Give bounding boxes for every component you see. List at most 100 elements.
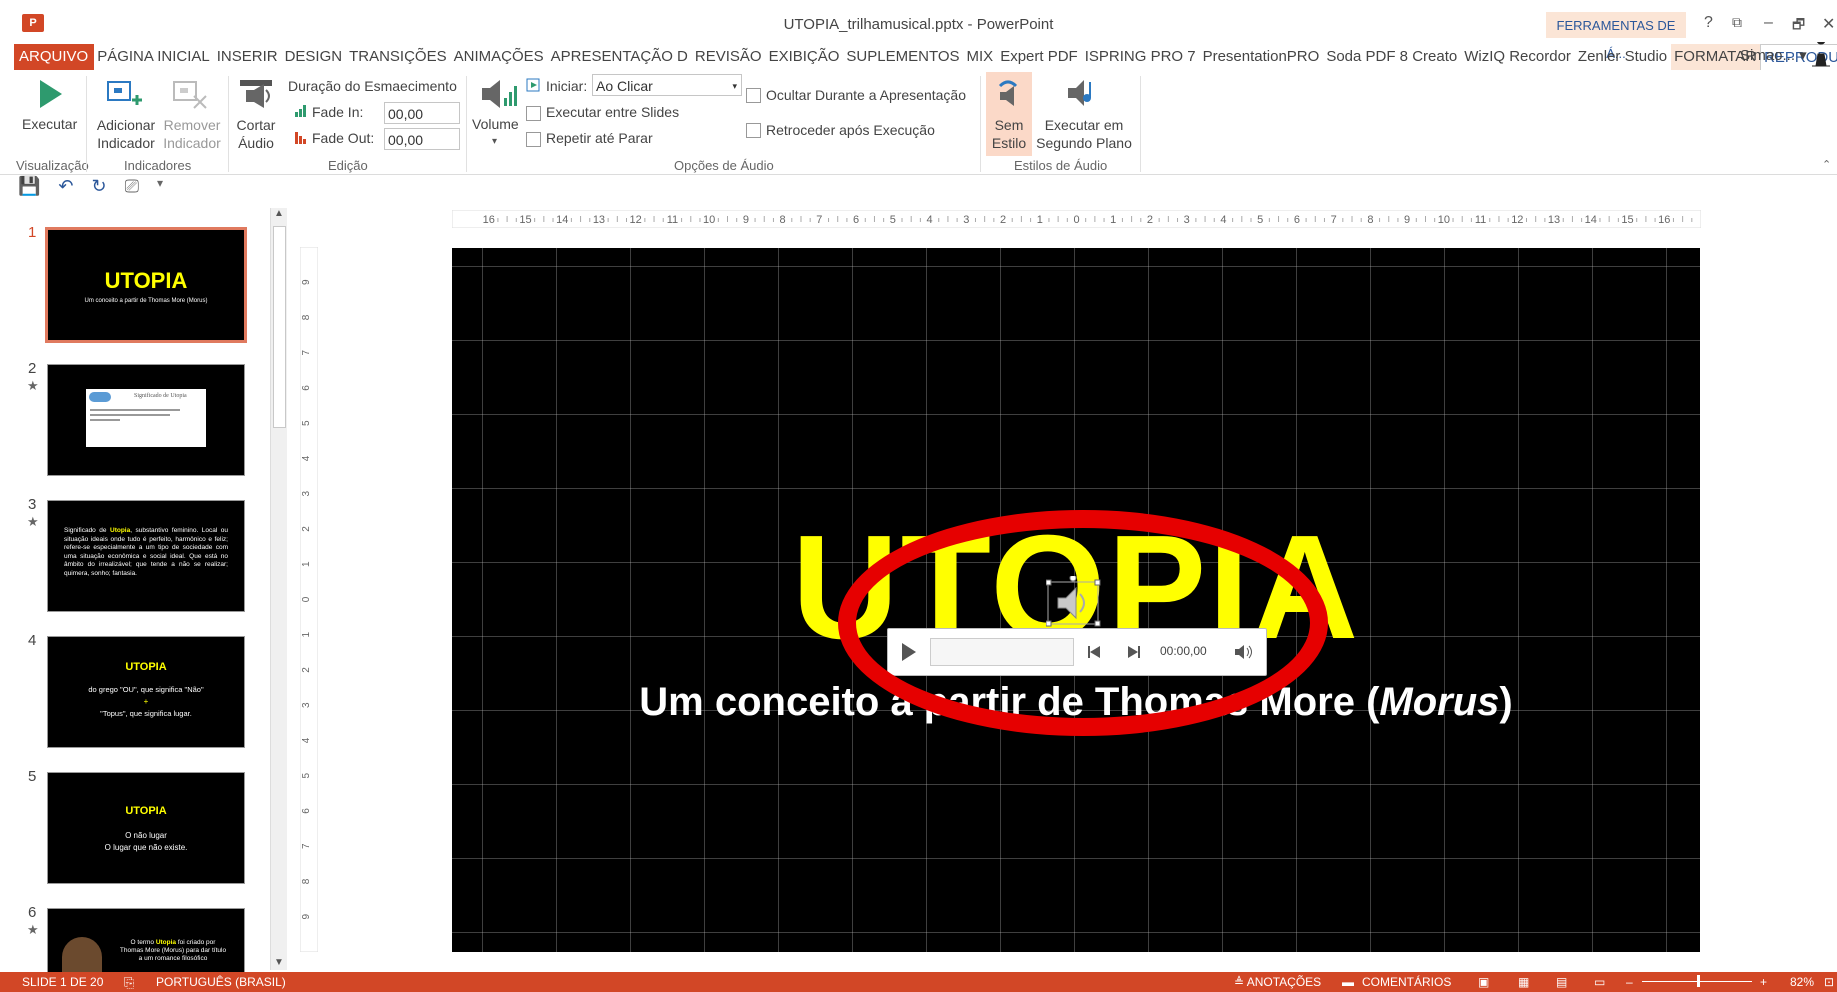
loop-checkbox[interactable] (526, 132, 541, 147)
start-label: Iniciar: (546, 78, 588, 94)
status-bar: SLIDE 1 DE 20 ⎘ PORTUGUÊS (BRASIL) ≜ ANO… (0, 972, 1837, 992)
fade-in-input[interactable]: 00,00 (384, 102, 460, 124)
tab-suplementos[interactable]: SUPLEMENTOS (843, 44, 963, 70)
play-across-slides-checkbox[interactable] (526, 106, 541, 121)
thumbnails-scrollbar[interactable]: ▲ ▼ (270, 208, 287, 970)
tab-zenler[interactable]: Zenler Studio (1575, 44, 1671, 70)
tab-arquivo[interactable]: ARQUIVO (14, 44, 95, 70)
fade-in-label: Fade In: (312, 104, 364, 120)
ruler-tick-label: 2 (301, 526, 312, 532)
tab-expert-pdf[interactable]: Expert PDF (997, 44, 1082, 70)
zoom-in-button[interactable]: + (1760, 975, 1767, 989)
fade-in-value: 00,00 (388, 106, 424, 122)
ruler-tick-label: 7 (816, 214, 822, 226)
remove-bookmark-button[interactable]: Remover Indicador (160, 116, 224, 152)
fade-in-icon (295, 105, 306, 117)
tab-soda-pdf[interactable]: Soda PDF 8 Creato (1323, 44, 1461, 70)
volume-dropdown-icon[interactable]: ▾ (492, 136, 497, 147)
comments-button[interactable]: COMENTÁRIOS (1362, 975, 1451, 989)
customize-qat-icon[interactable]: ▾ (157, 176, 163, 198)
scroll-up-icon[interactable]: ▲ (274, 208, 284, 219)
ruler-tick-label: 8 (780, 214, 786, 226)
scrollbar-thumb[interactable] (273, 226, 286, 428)
ruler-tick-label: 15 (519, 214, 531, 226)
minimize-button[interactable]: – (1764, 14, 1773, 32)
rewind-after-playing-label: Retroceder após Execução (766, 122, 935, 138)
collapse-ribbon-icon[interactable]: ⌃ (1822, 158, 1831, 171)
fade-out-input[interactable]: 00,00 (384, 128, 460, 150)
zoom-slider[interactable] (1642, 975, 1752, 987)
close-button[interactable]: ✕ (1822, 14, 1835, 34)
redo-icon[interactable]: ↻ (92, 176, 107, 198)
animation-star-icon: ★ (27, 378, 39, 393)
audio-tools-context-label: FERRAMENTAS DE Á... (1546, 12, 1686, 61)
tab-wiziq[interactable]: WizIQ Recordor (1461, 44, 1575, 70)
notes-button[interactable]: ≜ ANOTAÇÕES (1234, 975, 1321, 989)
group-separator (466, 76, 467, 172)
red-annotation-ellipse (838, 510, 1328, 736)
slide-thumbnail-3[interactable]: Significado de Utopia, substantivo femin… (47, 500, 245, 612)
zoom-slider-thumb[interactable] (1697, 975, 1700, 987)
ruler-tick-label: 3 (1184, 214, 1190, 226)
user-avatar-icon (1812, 42, 1830, 67)
add-bookmark-button[interactable]: Adicionar Indicador (94, 116, 158, 152)
slide-thumbnail-2[interactable]: Significado de Utopia (47, 364, 245, 476)
tab-animacoes[interactable]: ANIMAÇÕES (451, 44, 548, 70)
tab-pagina-inicial[interactable]: PÁGINA INICIAL (94, 44, 214, 70)
ruler-tick-label: 13 (1548, 214, 1560, 226)
group-separator (228, 76, 229, 172)
rewind-after-playing-checkbox[interactable] (746, 123, 761, 138)
normal-view-icon[interactable]: ▣ (1478, 975, 1489, 989)
slideshow-icon[interactable]: ▭ (1594, 975, 1605, 989)
tab-presentationpro[interactable]: PresentationPRO (1200, 44, 1324, 70)
play-button[interactable]: Executar (22, 116, 77, 132)
ruler-tick-label: 3 (301, 491, 312, 497)
play-in-background-button[interactable]: Executar em Segundo Plano (1034, 116, 1134, 152)
tab-mix[interactable]: MIX (964, 44, 998, 70)
user-account-menu[interactable]: Simao... ▾ (1740, 46, 1807, 64)
no-style-button[interactable]: Sem Estilo (986, 72, 1032, 156)
comment-icon: ▬ (1342, 975, 1354, 989)
zoom-level[interactable]: 82% (1790, 975, 1814, 989)
tab-revisao[interactable]: REVISÃO (692, 44, 766, 70)
slide-thumbnail-6[interactable]: O termo Utopia foi criado por Thomas Mor… (47, 908, 245, 974)
thumb-line: O lugar que não existe. (104, 843, 188, 852)
save-icon[interactable]: 💾 (18, 176, 40, 198)
start-from-beginning-icon[interactable]: ⎚ (125, 176, 139, 198)
tab-ispring[interactable]: ISPRING PRO 7 (1082, 44, 1200, 70)
scroll-down-icon[interactable]: ▼ (274, 957, 284, 968)
tab-transicoes[interactable]: TRANSIÇÕES (346, 44, 451, 70)
trim-audio-button[interactable]: Cortar Áudio (234, 116, 278, 152)
tab-apresentacao[interactable]: APRESENTAÇÃO D (548, 44, 692, 70)
volume-button[interactable]: Volume (472, 116, 519, 132)
ribbon-tabs: ARQUIVO PÁGINA INICIAL INSERIR DESIGN TR… (14, 43, 1837, 71)
thumb-number: 4 (28, 632, 37, 649)
ribbon-display-options-button[interactable]: ⧉ (1732, 14, 1742, 31)
text-line (90, 419, 120, 421)
zoom-out-button[interactable]: – (1626, 975, 1633, 989)
thumb-title: UTOPIA (125, 805, 167, 817)
text-line (90, 409, 180, 411)
ribbon: Executar Visualização Adicionar Indicado… (0, 70, 1837, 175)
ruler-tick-label: 4 (1220, 214, 1226, 226)
undo-icon[interactable]: ↶ (58, 176, 73, 198)
language-indicator[interactable]: PORTUGUÊS (BRASIL) (156, 975, 286, 989)
spelling-icon[interactable]: ⎘ (124, 975, 134, 991)
start-select[interactable]: Ao Clicar ▾ (592, 74, 742, 96)
title-bar: P UTOPIA_trilhamusical.pptx - PowerPoint… (0, 0, 1837, 61)
slide-thumbnail-5[interactable]: UTOPIA O não lugar O lugar que não exist… (47, 772, 245, 884)
portrait-image (62, 937, 102, 973)
loop-label: Repetir até Parar (546, 130, 653, 146)
hide-during-show-checkbox[interactable] (746, 88, 761, 103)
tab-inserir[interactable]: INSERIR (214, 44, 282, 70)
slide-thumbnail-1[interactable]: UTOPIA Um conceito a partir de Thomas Mo… (45, 227, 247, 343)
slide-thumbnail-4[interactable]: UTOPIA do grego "OU", que significa "Não… (47, 636, 245, 748)
maximize-button[interactable]: 🗗 (1792, 14, 1805, 38)
tab-design[interactable]: DESIGN (282, 44, 347, 70)
slide-counter: SLIDE 1 DE 20 (22, 975, 104, 989)
tab-exibicao[interactable]: EXIBIÇÃO (766, 44, 844, 70)
fit-to-window-icon[interactable]: ⊡ (1824, 975, 1834, 989)
help-button[interactable]: ? (1704, 14, 1713, 32)
reading-view-icon[interactable]: ▤ (1556, 975, 1567, 989)
slide-sorter-icon[interactable]: ▦ (1518, 975, 1529, 989)
